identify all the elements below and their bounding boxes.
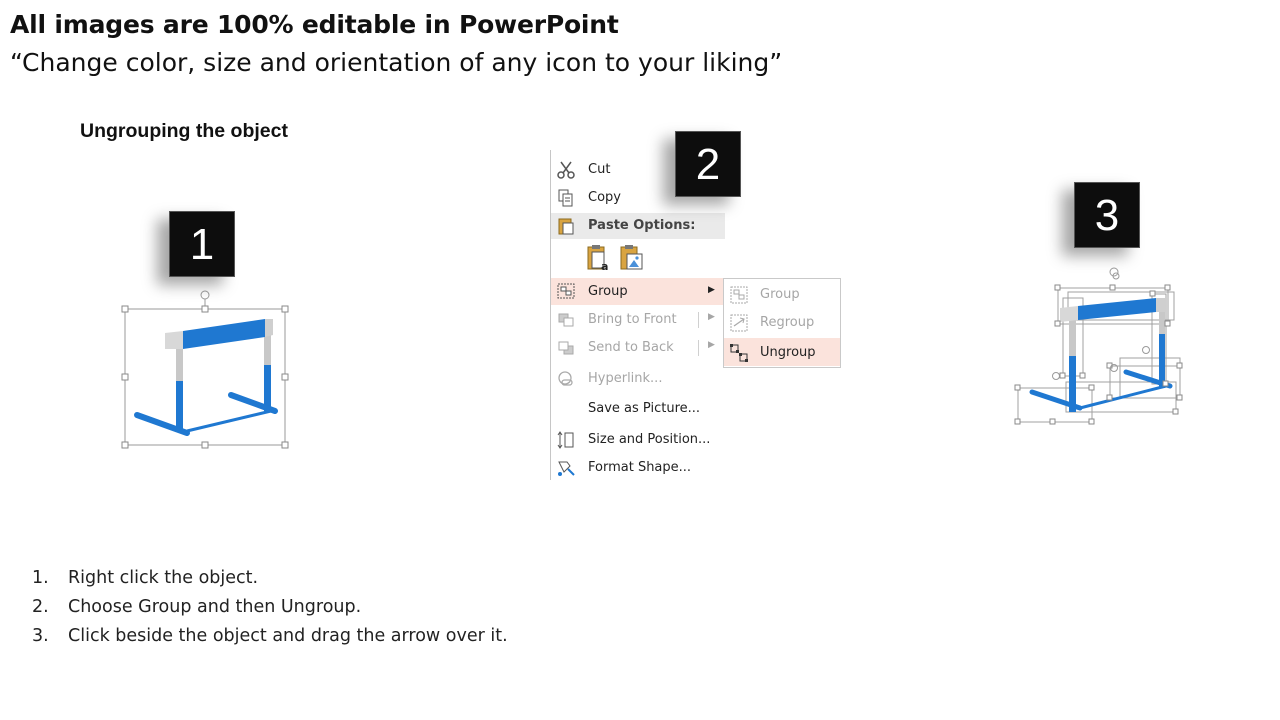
step-badge-3: 3 (1074, 182, 1140, 248)
step-badge-1: 1 (169, 211, 235, 277)
hurdle-grouped-figure[interactable] (115, 285, 300, 455)
step-number: 1. (32, 568, 49, 588)
paste-keep-text-icon[interactable]: a (586, 244, 612, 272)
hyperlink-icon (558, 371, 573, 386)
instruction-steps: 1. Right click the object. 2. Choose Group… (32, 568, 508, 655)
section-title: Ungrouping the object (80, 120, 288, 142)
group-icon (557, 283, 575, 299)
menu-split-separator (698, 340, 699, 356)
slide-subtitle: “Change color, size and orientation of a… (10, 48, 783, 77)
hurdle-ungrouped-figure[interactable] (1010, 262, 1190, 432)
regroup-icon (730, 314, 748, 332)
menu-split-separator (698, 312, 699, 328)
menu-label-format-shape: Format Shape... (588, 460, 692, 475)
menu-item-hyperlink[interactable]: Hyperlink... (551, 366, 725, 392)
step-text: Click beside the object and drag the arr… (68, 626, 508, 646)
step-text: Choose Group and then Ungroup. (68, 597, 362, 617)
menu-label-hyperlink: Hyperlink... (588, 371, 663, 386)
step-text: Right click the object. (68, 568, 259, 588)
menu-label-group: Group (588, 284, 628, 299)
context-menu: Cut Copy Paste Options: a Group ▶ Bring … (550, 150, 725, 480)
paste-options-row: a (551, 241, 725, 275)
scissors-icon (557, 161, 575, 179)
send-back-icon (558, 341, 574, 355)
slide-title: All images are 100% editable in PowerPoi… (10, 10, 619, 39)
submenu-label-regroup: Regroup (760, 315, 815, 330)
menu-label-copy: Copy (588, 190, 621, 205)
menu-label-save-as-picture: Save as Picture... (588, 401, 701, 416)
menu-label-bring-to-front: Bring to Front (588, 312, 677, 327)
submenu-arrow-icon: ▶ (708, 340, 715, 350)
group-icon (730, 286, 748, 304)
menu-item-format-shape[interactable]: Format Shape... (551, 455, 725, 481)
paste-icon (558, 218, 574, 235)
menu-label-size-and-position: Size and Position... (588, 432, 711, 447)
submenu-item-group[interactable]: Group (724, 280, 840, 308)
menu-label-send-to-back: Send to Back (588, 340, 674, 355)
bring-front-icon (558, 313, 574, 327)
menu-label-paste-options: Paste Options: (588, 218, 696, 233)
step-item: 3. Click beside the object and drag the a… (32, 626, 508, 655)
hurdle-icon (1029, 298, 1173, 412)
copy-icon (558, 189, 573, 207)
menu-item-send-to-back[interactable]: Send to Back ▶ (551, 335, 725, 361)
submenu-label-group: Group (760, 287, 800, 302)
step-number: 2. (32, 597, 49, 617)
step-number: 3. (32, 626, 49, 646)
menu-item-size-and-position[interactable]: Size and Position... (551, 427, 725, 453)
hurdle-icon (134, 319, 278, 436)
submenu-arrow-icon: ▶ (708, 312, 715, 322)
submenu-arrow-icon: ▶ (708, 285, 715, 295)
submenu-label-ungroup: Ungroup (760, 345, 816, 360)
group-submenu: Group Regroup Ungroup (723, 278, 841, 368)
paste-picture-icon[interactable] (619, 244, 645, 272)
format-shape-icon (558, 461, 575, 476)
rotate-handle-icon[interactable] (200, 290, 210, 300)
menu-label-cut: Cut (588, 162, 611, 177)
step-badge-2: 2 (675, 131, 741, 197)
step-item: 2. Choose Group and then Ungroup. (32, 597, 508, 626)
ungroup-icon (730, 344, 748, 362)
menu-item-bring-to-front[interactable]: Bring to Front ▶ (551, 307, 725, 333)
submenu-item-ungroup[interactable]: Ungroup (724, 338, 840, 366)
menu-item-save-as-picture[interactable]: Save as Picture... (551, 396, 725, 422)
step-item: 1. Right click the object. (32, 568, 508, 597)
submenu-item-regroup[interactable]: Regroup (724, 308, 840, 336)
svg-text:a: a (601, 260, 608, 272)
size-position-icon (557, 431, 574, 449)
menu-header-paste-options: Paste Options: (551, 213, 725, 239)
menu-item-group[interactable]: Group ▶ (551, 278, 725, 305)
